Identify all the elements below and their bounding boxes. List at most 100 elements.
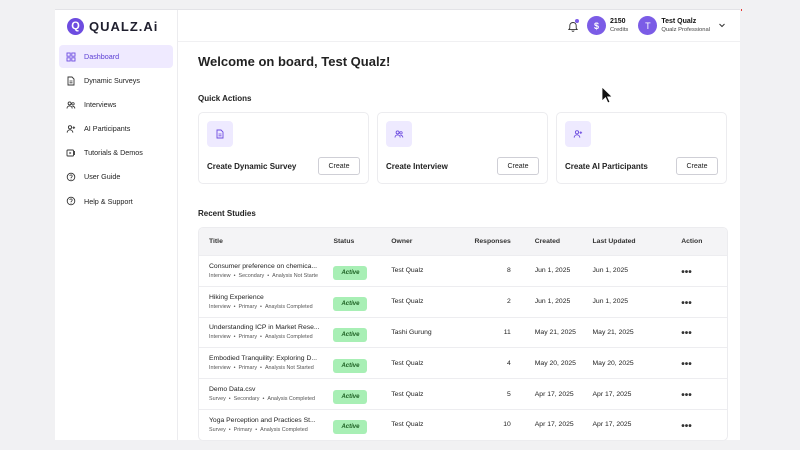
- responses-cell: 5: [506, 390, 511, 398]
- help-circle-icon: [66, 172, 76, 182]
- updated-cell: Jun 1, 2025: [592, 298, 629, 306]
- bell-icon[interactable]: [567, 18, 579, 32]
- sidebar-item-interviews[interactable]: Interviews: [59, 93, 173, 116]
- status-badge: Active: [333, 358, 368, 373]
- user-info[interactable]: Test Qualz Qualz Professional: [661, 18, 710, 33]
- sidebar-item-help-support[interactable]: Help & Support: [59, 190, 173, 213]
- study-type: Interview: [209, 365, 231, 372]
- status-cell: Active: [333, 292, 391, 312]
- users-icon: [66, 100, 76, 110]
- col-owner[interactable]: Owner: [391, 238, 461, 245]
- table-row[interactable]: Demo Data.csv Survey • Secondary • Analysis C…: [199, 378, 727, 409]
- study-analysis: Anaylsis Completed: [264, 303, 313, 310]
- study-audience: Secondary: [233, 396, 260, 403]
- created-cell: May 20, 2025: [534, 359, 576, 367]
- more-options-icon[interactable]: •••: [681, 359, 692, 370]
- sidebar-item-label: Interviews: [84, 100, 117, 110]
- study-name[interactable]: Consumer preference on chemica...: [209, 263, 333, 270]
- table-row[interactable]: Consumer preference on chemica... Intervi…: [199, 255, 727, 286]
- owner-cell: Test Qualz: [391, 390, 424, 398]
- created-cell: May 21, 2025: [534, 328, 576, 336]
- more-options-icon[interactable]: •••: [681, 328, 692, 339]
- table-body: Consumer preference on chemica... Intervi…: [199, 255, 727, 440]
- updated-cell: May 20, 2025: [592, 359, 634, 367]
- create-button[interactable]: Create: [318, 157, 360, 175]
- study-name[interactable]: Embodied Tranquility: Exploring D...: [209, 355, 333, 362]
- create-button[interactable]: Create: [676, 157, 718, 175]
- sidebar-item-ai-participants[interactable]: AI Participants: [59, 117, 173, 140]
- study-name[interactable]: Demo Data.csv: [209, 386, 333, 393]
- status-badge: Active: [333, 389, 368, 404]
- study-name[interactable]: Understanding ICP in Market Rese...: [209, 324, 333, 331]
- study-audience: Primary: [233, 426, 253, 433]
- study-title-cell: Embodied Tranquility: Exploring D... Inte…: [199, 355, 333, 371]
- top-header: $ 2150 Credits T Test Qualz Qualz Profes…: [178, 10, 740, 42]
- more-options-icon[interactable]: •••: [681, 390, 692, 401]
- sidebar-item-label: Tutorials & Demos: [84, 148, 143, 158]
- user-plus-icon: [66, 124, 76, 134]
- sidebar-item-label: AI Participants: [84, 124, 131, 134]
- action-cell: •••: [668, 323, 727, 341]
- content: Welcome on board, Test Qualz! Quick Acti…: [178, 54, 740, 441]
- col-updated[interactable]: Last Updated: [592, 238, 669, 245]
- more-options-icon[interactable]: •••: [681, 298, 692, 309]
- study-type: Interview: [209, 303, 231, 310]
- col-responses[interactable]: Responses: [461, 238, 515, 245]
- col-status[interactable]: Status: [333, 238, 391, 245]
- status-badge: Active: [333, 266, 368, 281]
- study-meta: Survey • Primary • Analysis Completed: [209, 426, 308, 433]
- col-action: Action: [681, 238, 703, 245]
- action-cell: •••: [668, 416, 727, 434]
- study-title-cell: Yoga Perception and Practices St... Surve…: [199, 417, 333, 433]
- study-analysis: Analysis Completed: [267, 396, 315, 403]
- sidebar-item-user-guide[interactable]: User Guide: [59, 165, 173, 188]
- col-title[interactable]: Title: [199, 238, 333, 245]
- more-options-icon[interactable]: •••: [681, 267, 692, 278]
- table-row[interactable]: Hiking Experience Interview • Primary • Anayl…: [199, 285, 727, 317]
- sidebar-item-dashboard[interactable]: Dashboard: [59, 45, 173, 68]
- study-type: Survey: [209, 426, 226, 433]
- owner-cell: Test Qualz: [391, 267, 424, 275]
- credits-label: Credits: [609, 27, 629, 33]
- sidebar-nav: Dashboard Dynamic Surveys Interviews AI Par…: [55, 45, 177, 213]
- study-meta: Survey • Secondary • Analysis Completed: [209, 396, 315, 403]
- user-name: Test Qualz: [661, 18, 697, 25]
- quick-actions-title: Quick Actions: [198, 94, 252, 103]
- action-cell: •••: [668, 385, 727, 403]
- notification-dot: [574, 18, 579, 23]
- study-name[interactable]: Yoga Perception and Practices St...: [209, 417, 333, 424]
- sidebar-item-dynamic-surveys[interactable]: Dynamic Surveys: [59, 69, 173, 92]
- col-created[interactable]: Created: [515, 238, 592, 245]
- study-title-cell: Hiking Experience Interview • Primary • Anayl…: [199, 294, 333, 310]
- sidebar-item-tutorials-demos[interactable]: Tutorials & Demos: [59, 141, 173, 164]
- users-icon: [386, 121, 412, 147]
- table-row[interactable]: Understanding ICP in Market Rese... Inter…: [199, 316, 727, 348]
- app-window: Q QUALZ.Ai Dashboard Dynamic Surveys Inter…: [55, 10, 740, 441]
- more-options-icon[interactable]: •••: [681, 421, 692, 432]
- create-button[interactable]: Create: [497, 157, 539, 175]
- sidebar-item-label: User Guide: [84, 172, 121, 182]
- logo[interactable]: Q QUALZ.Ai: [55, 16, 177, 36]
- responses-cell: 10: [503, 421, 511, 429]
- chevron-down-icon[interactable]: [718, 21, 726, 31]
- updated-cell: May 21, 2025: [592, 328, 634, 336]
- study-name[interactable]: Hiking Experience: [209, 294, 333, 301]
- study-title-cell: Understanding ICP in Market Rese... Inter…: [199, 324, 333, 340]
- avatar[interactable]: T: [638, 16, 658, 35]
- table-row[interactable]: Embodied Tranquility: Exploring D... Inte…: [199, 347, 727, 378]
- logo-text: QUALZ.Ai: [89, 18, 159, 34]
- video-icon: [66, 148, 76, 158]
- sidebar-item-label: Dashboard: [84, 52, 120, 61]
- recent-studies-title: Recent Studies: [198, 209, 256, 218]
- owner-cell: Tashi Gurung: [391, 328, 432, 336]
- study-type: Interview: [209, 334, 231, 341]
- status-badge: Active: [333, 297, 368, 312]
- credits-display: 2150 Credits: [610, 18, 628, 33]
- status-badge: Active: [333, 420, 368, 435]
- quick-action-label: Create Dynamic Survey: [207, 162, 297, 171]
- study-meta: Interview • Primary • Anaylsis Completed: [209, 303, 313, 310]
- status-badge: Active: [333, 327, 368, 342]
- table-row[interactable]: Yoga Perception and Practices St... Surve…: [199, 408, 727, 440]
- study-meta: Interview • Secondary • Analysis Not Starte: [209, 272, 318, 279]
- study-audience: Primary: [238, 334, 258, 341]
